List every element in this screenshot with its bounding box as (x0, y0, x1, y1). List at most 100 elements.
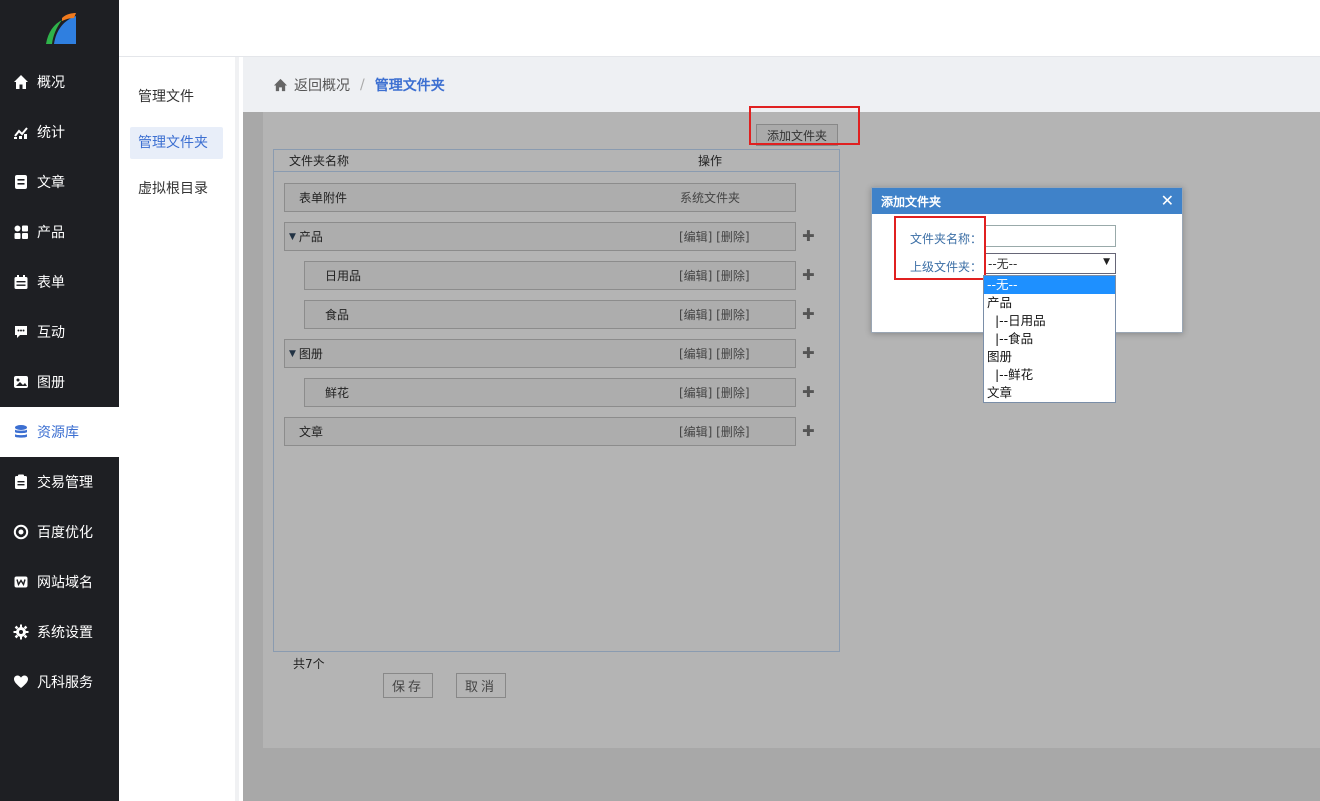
folder-name: 表单附件 (299, 191, 348, 205)
table-row: ▼ 图册 [编辑] [删除] (284, 339, 796, 368)
dropdown-option[interactable]: 产品 (984, 294, 1115, 312)
nav-item-resources[interactable]: 资源库 (0, 407, 119, 457)
add-subfolder-plus-icon[interactable]: ✚ (802, 383, 815, 401)
w-badge-icon (13, 574, 29, 590)
nav-label: 图册 (37, 375, 65, 391)
table-row: 表单附件 系统文件夹 (284, 183, 796, 212)
folder-name-input[interactable] (984, 225, 1116, 247)
nav-label: 网站域名 (37, 575, 93, 591)
row-actions[interactable]: [编辑] [删除] (679, 345, 750, 362)
nav-item-settings[interactable]: 系统设置 (0, 607, 119, 657)
dialog-title: 添加文件夹 (881, 194, 942, 209)
home-icon (13, 74, 29, 90)
breadcrumb-current: 管理文件夹 (374, 77, 445, 94)
folder-name: 图册 (298, 347, 323, 361)
dropdown-option[interactable]: --无-- (984, 276, 1115, 294)
dropdown-option[interactable]: |--鲜花 (984, 366, 1115, 384)
system-folder-label: 系统文件夹 (680, 191, 741, 205)
dropdown-option[interactable]: 图册 (984, 348, 1115, 366)
breadcrumb-home-label: 返回概况 (294, 77, 350, 94)
folder-name: 鲜花 (325, 386, 350, 400)
table-header: 文件夹名称 操作 (274, 150, 839, 172)
image-icon (13, 374, 29, 390)
clipboard-icon (13, 474, 29, 490)
close-icon[interactable]: ✕ (1161, 191, 1174, 210)
chart-icon (13, 124, 29, 140)
breadcrumb-separator: / (360, 76, 365, 93)
folder-name: 食品 (325, 308, 350, 322)
parent-folder-options-list: --无-- 产品 |--日用品 |--食品 图册 |--鲜花 文章 (983, 275, 1116, 403)
nav-item-seo[interactable]: 百度优化 (0, 507, 119, 557)
add-subfolder-plus-icon[interactable]: ✚ (802, 344, 815, 362)
nav-item-interaction[interactable]: 互动 (0, 307, 119, 357)
parent-folder-select[interactable]: --无-- ▼ (984, 253, 1116, 274)
logo[interactable] (0, 0, 119, 57)
subnav-manage-folders[interactable]: 管理文件夹 (130, 127, 223, 159)
highlight-box-form-labels (894, 216, 986, 280)
heart-icon (13, 674, 29, 690)
nav-label: 系统设置 (37, 625, 93, 641)
dropdown-option[interactable]: 文章 (984, 384, 1115, 402)
nav-label: 产品 (37, 225, 65, 241)
nav-label: 表单 (37, 275, 65, 291)
nav-label: 互动 (37, 325, 65, 341)
nav-item-overview[interactable]: 概况 (0, 57, 119, 107)
cancel-button[interactable]: 取消 (456, 673, 506, 698)
nav-item-domain[interactable]: 网站域名 (0, 557, 119, 607)
nav-item-service[interactable]: 凡科服务 (0, 657, 119, 707)
database-icon (13, 424, 29, 440)
article-icon (13, 174, 29, 190)
folder-name-wrap: ▼ 图册 (289, 345, 323, 362)
dialog-header: 添加文件夹 ✕ (872, 188, 1182, 214)
header-operations: 操作 (698, 154, 723, 168)
breadcrumb-home-link[interactable]: 返回概况 (273, 75, 350, 95)
header-folder-name: 文件夹名称 (289, 154, 350, 168)
row-actions[interactable]: [编辑] [删除] (679, 306, 750, 323)
nav-item-stats[interactable]: 统计 (0, 107, 119, 157)
table-row: 日用品 [编辑] [删除] (304, 261, 796, 290)
row-actions[interactable]: [编辑] [删除] (679, 267, 750, 284)
nav-label: 概况 (37, 75, 65, 91)
save-button[interactable]: 保存 (383, 673, 433, 698)
add-subfolder-plus-icon[interactable]: ✚ (802, 305, 815, 323)
nav-label: 统计 (37, 125, 65, 141)
nav-item-albums[interactable]: 图册 (0, 357, 119, 407)
folder-count: 共7个 (293, 657, 325, 671)
folder-name: 文章 (299, 425, 324, 439)
table-row: 食品 [编辑] [删除] (304, 300, 796, 329)
nav-item-products[interactable]: 产品 (0, 207, 119, 257)
add-subfolder-plus-icon[interactable]: ✚ (802, 266, 815, 284)
dropdown-option[interactable]: |--日用品 (984, 312, 1115, 330)
home-icon (273, 78, 288, 91)
main-sidebar: 概况 统计 文章 产品 表单 互动 图册 资源库 交易管理 百度优化 网站域名 (0, 0, 119, 801)
gear-icon (13, 624, 29, 640)
nav-label: 交易管理 (37, 475, 93, 491)
nav-label: 文章 (37, 175, 65, 191)
row-actions[interactable]: [编辑] [删除] (679, 228, 750, 245)
nav-item-forms[interactable]: 表单 (0, 257, 119, 307)
expand-arrow-icon[interactable]: ▼ (289, 349, 296, 359)
add-subfolder-plus-icon[interactable]: ✚ (802, 422, 815, 440)
subnav-virtual-root[interactable]: 虚拟根目录 (130, 173, 223, 205)
dropdown-arrow-icon: ▼ (1103, 257, 1110, 267)
subnav-manage-files[interactable]: 管理文件 (130, 81, 223, 113)
table-row: ▼ 产品 [编辑] [删除] (284, 222, 796, 251)
target-icon (13, 524, 29, 540)
dropdown-option[interactable]: |--食品 (984, 330, 1115, 348)
nav-label: 凡科服务 (37, 675, 93, 691)
table-row: 文章 [编辑] [删除] (284, 417, 796, 446)
nav-item-trade[interactable]: 交易管理 (0, 457, 119, 507)
grid-icon (13, 224, 29, 240)
sub-sidebar: 管理文件 管理文件夹 虚拟根目录 (119, 57, 239, 801)
chat-icon (13, 324, 29, 340)
folder-name: 产品 (298, 230, 323, 244)
table-row: 鲜花 [编辑] [删除] (304, 378, 796, 407)
expand-arrow-icon[interactable]: ▼ (289, 232, 296, 242)
top-bar (119, 0, 1320, 57)
row-actions[interactable]: [编辑] [删除] (679, 384, 750, 401)
add-subfolder-plus-icon[interactable]: ✚ (802, 227, 815, 245)
row-actions[interactable]: [编辑] [删除] (679, 423, 750, 440)
folder-name: 日用品 (325, 269, 362, 283)
nav-item-articles[interactable]: 文章 (0, 157, 119, 207)
breadcrumb: 返回概况 / 管理文件夹 (243, 57, 1320, 112)
